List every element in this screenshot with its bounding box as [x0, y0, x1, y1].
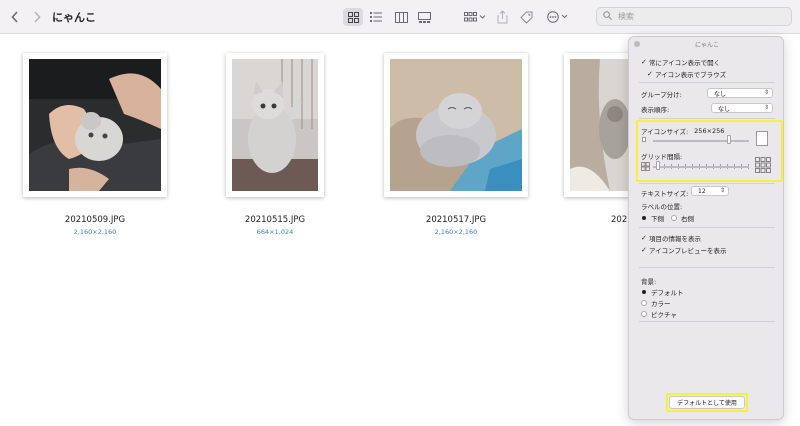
search-icon — [603, 11, 612, 22]
radio-icon — [641, 311, 647, 317]
icon-size-slider-thumb[interactable] — [726, 135, 731, 144]
grid-spacing-slider[interactable] — [653, 166, 749, 168]
updown-chevron-icon: ⇕ — [763, 89, 769, 96]
checkbox-label: アイコン表示でブラウズ — [655, 71, 727, 79]
show-icon-preview-checkbox[interactable]: ✓ アイコンプレビューを表示 — [641, 245, 726, 255]
cat-photo — [232, 59, 318, 191]
label-bottom-radio[interactable]: 下側 — [641, 213, 664, 223]
checkmark-icon: ✓ — [641, 234, 647, 242]
grid-small-icon — [641, 162, 650, 173]
file-name[interactable]: 20210517.JPG — [381, 215, 531, 225]
checkmark-icon: ✓ — [641, 58, 647, 66]
background-label: 背景: — [641, 278, 657, 286]
icon-size-row: アイコンサイズ: 256×256 — [641, 126, 724, 136]
icon-size-label: アイコンサイズ: — [641, 128, 689, 136]
select-value: なし — [718, 105, 731, 113]
file-thumbnail[interactable] — [23, 53, 167, 197]
updown-chevron-icon: ⇕ — [763, 104, 769, 111]
bg-picture-radio[interactable]: ピクチャ — [641, 309, 677, 319]
file-dimensions: 664×1,024 — [256, 228, 294, 236]
label-position-label: ラベルの位置: — [641, 203, 683, 211]
checkbox-label: アイコンプレビューを表示 — [649, 247, 727, 255]
window-title: にゃんこ — [52, 11, 96, 24]
group-by-label: グループ分け: — [641, 91, 682, 99]
share-icon[interactable] — [494, 0, 510, 34]
search-field[interactable]: 検索 — [596, 7, 792, 26]
search-placeholder: 検索 — [618, 12, 634, 21]
large-file-icon — [756, 131, 768, 146]
chevron-right-icon[interactable] — [30, 0, 44, 34]
icon-size-value: 256×256 — [694, 127, 725, 135]
group-by-select[interactable]: なし ⇕ — [707, 88, 773, 98]
text-size-select[interactable]: 12 ⇕ — [691, 186, 729, 196]
toolbar: にゃんこ 検索 — [0, 0, 800, 34]
radio-label: デフォルト — [651, 289, 684, 297]
checkbox-label: 常にアイコン表示で開く — [649, 59, 721, 67]
group-icon[interactable] — [462, 0, 488, 34]
checkbox-label: 項目の情報を表示 — [649, 235, 701, 243]
checkmark-icon: ✓ — [641, 246, 647, 254]
show-item-info-checkbox[interactable]: ✓ 項目の情報を表示 — [641, 233, 701, 243]
list-view-icon[interactable] — [366, 8, 386, 26]
select-value: 12 — [698, 187, 706, 195]
browse-icon-view-checkbox[interactable]: ✓ アイコン表示でブラウズ — [647, 69, 726, 79]
icon-size-slider[interactable] — [653, 140, 749, 142]
radio-label: 右側 — [681, 215, 694, 223]
radio-label: 下側 — [651, 215, 664, 223]
label-right-radio[interactable]: 右側 — [671, 213, 694, 223]
small-file-icon — [642, 137, 646, 142]
file-name[interactable]: 2021 — [560, 215, 633, 225]
chevron-left-icon[interactable] — [8, 0, 22, 34]
divider — [639, 227, 775, 228]
sort-by-label: 表示順序: — [641, 106, 670, 114]
tag-icon[interactable] — [518, 0, 534, 34]
file-dimensions: 2,160×2,160 — [73, 228, 117, 236]
more-icon[interactable] — [546, 0, 570, 34]
sort-by-select[interactable]: なし ⇕ — [711, 103, 773, 113]
cat-photo — [29, 59, 161, 191]
file-thumbnail[interactable] — [226, 53, 324, 197]
divider — [639, 183, 775, 184]
divider — [639, 82, 775, 83]
file-name[interactable]: 20210515.JPG — [200, 215, 350, 225]
panel-title: にゃんこ — [694, 42, 719, 49]
radio-selected-icon — [642, 216, 646, 220]
cat-photo — [390, 59, 522, 191]
grid-large-icon — [755, 157, 771, 175]
icon-view-icon[interactable] — [343, 8, 363, 26]
select-value: なし — [714, 90, 727, 98]
bg-default-radio[interactable]: デフォルト — [641, 287, 684, 297]
file-dimensions: 2,160×2,160 — [434, 228, 478, 236]
grid-spacing-label: グリッド間隔: — [641, 153, 683, 161]
updown-chevron-icon: ⇕ — [719, 187, 725, 194]
radio-icon — [641, 300, 647, 306]
divider — [639, 321, 775, 322]
gallery-view-icon[interactable] — [414, 8, 434, 26]
radio-icon — [671, 215, 677, 221]
checkmark-icon: ✓ — [647, 70, 653, 78]
bg-color-radio[interactable]: カラー — [641, 298, 671, 308]
radio-label: ピクチャ — [651, 311, 677, 319]
text-size-label: テキストサイズ: — [641, 190, 689, 198]
radio-label: カラー — [651, 300, 671, 308]
divider — [639, 267, 775, 268]
file-name[interactable]: 20210509.JPG — [20, 215, 170, 225]
always-open-icon-view-checkbox[interactable]: ✓ 常にアイコン表示で開く — [641, 57, 720, 67]
use-as-defaults-button[interactable]: デフォルトとして使用 — [669, 396, 745, 409]
file-thumbnail[interactable] — [384, 53, 528, 197]
radio-selected-icon — [642, 290, 646, 294]
column-view-icon[interactable] — [391, 8, 411, 26]
divider — [639, 118, 775, 119]
view-options-panel: にゃんこ ✓ 常にアイコン表示で開く ✓ アイコン表示でブラウズ グループ分け:… — [628, 36, 784, 420]
grid-spacing-slider-thumb[interactable] — [655, 161, 660, 170]
